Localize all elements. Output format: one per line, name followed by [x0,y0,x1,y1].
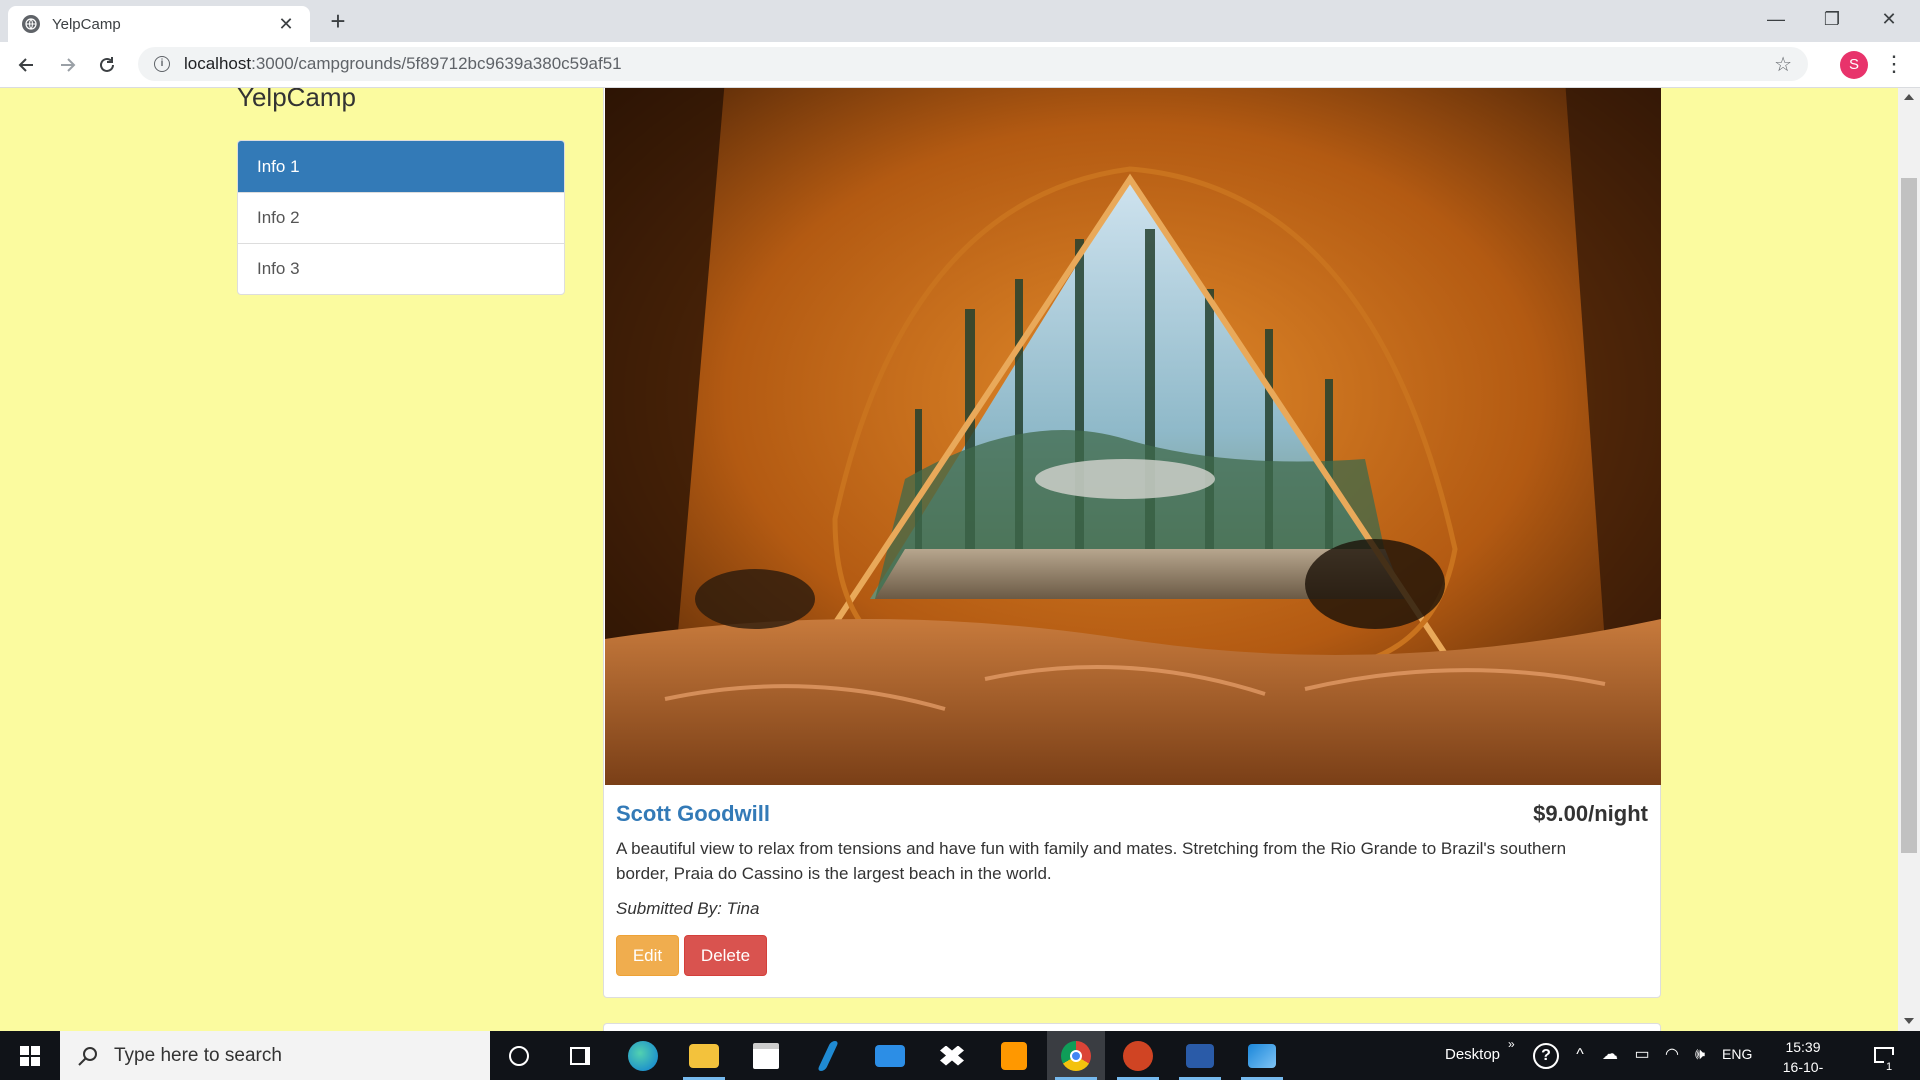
help-icon[interactable]: ? [1533,1043,1559,1069]
edit-button[interactable]: Edit [616,935,679,976]
windows-logo-icon [20,1045,40,1066]
edge-icon[interactable] [614,1031,672,1080]
sidebar-list: Info 1 Info 2 Info 3 [237,140,565,295]
tab-close-icon[interactable]: ✕ [276,14,296,35]
store-icon[interactable] [737,1031,795,1080]
mail-icon[interactable] [861,1031,919,1080]
reload-button[interactable] [92,50,122,80]
photos-icon[interactable] [1233,1031,1291,1080]
campground-card: Scott Goodwill $9.00/night A beautiful v… [603,88,1661,998]
notification-center-icon[interactable]: 1 [1870,1043,1898,1079]
sublime-text-icon[interactable] [985,1031,1043,1080]
profile-avatar[interactable]: S [1840,51,1868,79]
search-placeholder: Type here to search [114,1044,282,1066]
chevron-double-right-icon[interactable]: » [1508,1037,1515,1051]
campground-description: A beautiful view to relax from tensions … [616,839,1567,883]
url-path: :3000/campgrounds/5f89712bc9639a380c59af… [251,54,622,73]
back-button[interactable] [12,50,42,80]
chevron-up-icon[interactable]: ^ [1568,1043,1592,1067]
volume-icon[interactable]: 🕪 [1688,1043,1712,1067]
minimize-button[interactable]: — [1753,4,1799,34]
sidebar-item-info-2[interactable]: Info 2 [238,192,564,243]
page-scrollbar[interactable] [1898,88,1920,1031]
arrow-left-icon [18,58,33,72]
scroll-up-arrow-icon[interactable] [1904,94,1914,100]
search-icon [78,1046,97,1066]
clock-date: 16-10-2020 [1782,1059,1824,1080]
start-button[interactable] [0,1031,60,1080]
wifi-icon[interactable]: ◠ [1660,1043,1684,1067]
window-close-button[interactable]: ✕ [1866,4,1912,34]
dropbox-icon[interactable] [923,1031,981,1080]
restore-button[interactable]: ❐ [1809,4,1855,34]
powerpoint-icon[interactable] [1109,1031,1167,1080]
sidebar-item-info-1[interactable]: Info 1 [238,141,564,192]
info-icon[interactable]: i [154,56,170,72]
bookmark-star-icon[interactable]: ☆ [1774,52,1792,77]
menu-kebab-icon[interactable]: ⋮ [1882,50,1906,80]
chrome-icon[interactable] [1047,1031,1105,1080]
notification-count: 1 [1884,1055,1895,1079]
onedrive-cloud-icon[interactable]: ☁ [1598,1043,1622,1067]
campground-price: $9.00/night [1533,801,1648,826]
submitted-by: Submitted By: Tina [616,899,760,918]
tab-title: YelpCamp [52,15,121,33]
task-view-icon[interactable] [551,1031,609,1080]
powershell-icon[interactable] [1171,1031,1229,1080]
url-host: localhost [184,54,252,73]
taskbar-search-box[interactable]: Type here to search [60,1031,490,1080]
language-indicator[interactable]: ENG [1722,1046,1752,1062]
file-explorer-icon[interactable] [675,1031,733,1080]
arrow-right-icon [61,58,76,72]
reload-icon [100,57,114,72]
scroll-down-arrow-icon[interactable] [1904,1018,1914,1024]
page-viewport: YelpCamp Info 1 Info 2 Info 3 Scott Good… [0,88,1898,1031]
browser-toolbar: i localhost:3000/campgrounds/5f89712bc96… [0,42,1920,88]
campground-image [605,88,1661,785]
sidebar-item-info-3[interactable]: Info 3 [238,243,564,294]
globe-icon [22,15,40,33]
address-bar[interactable]: i localhost:3000/campgrounds/5f89712bc96… [138,47,1808,81]
brand-title: YelpCamp [237,88,357,112]
visual-studio-code-icon[interactable] [799,1031,857,1080]
delete-button[interactable]: Delete [684,935,767,976]
windows-taskbar: Type here to search Desktop » ? ^ ☁ ▭ ◠ … [0,1031,1920,1080]
clock-time: 15:39 [1785,1039,1821,1055]
clock[interactable]: 15:39 16-10-2020 [1768,1037,1838,1080]
desktop-toolbar-label[interactable]: Desktop [1445,1046,1500,1063]
comments-well [603,1023,1661,1031]
browser-tab-strip: YelpCamp ✕ + — ❐ ✕ [0,0,1920,42]
scrollbar-thumb[interactable] [1901,178,1917,853]
cortana-icon[interactable] [490,1031,548,1080]
battery-icon: ▭ [1634,1046,1650,1063]
browser-tab[interactable]: YelpCamp ✕ [8,6,310,42]
campground-name-link[interactable]: Scott Goodwill [616,801,770,827]
new-tab-button[interactable]: + [324,8,352,36]
forward-button[interactable] [52,50,82,80]
